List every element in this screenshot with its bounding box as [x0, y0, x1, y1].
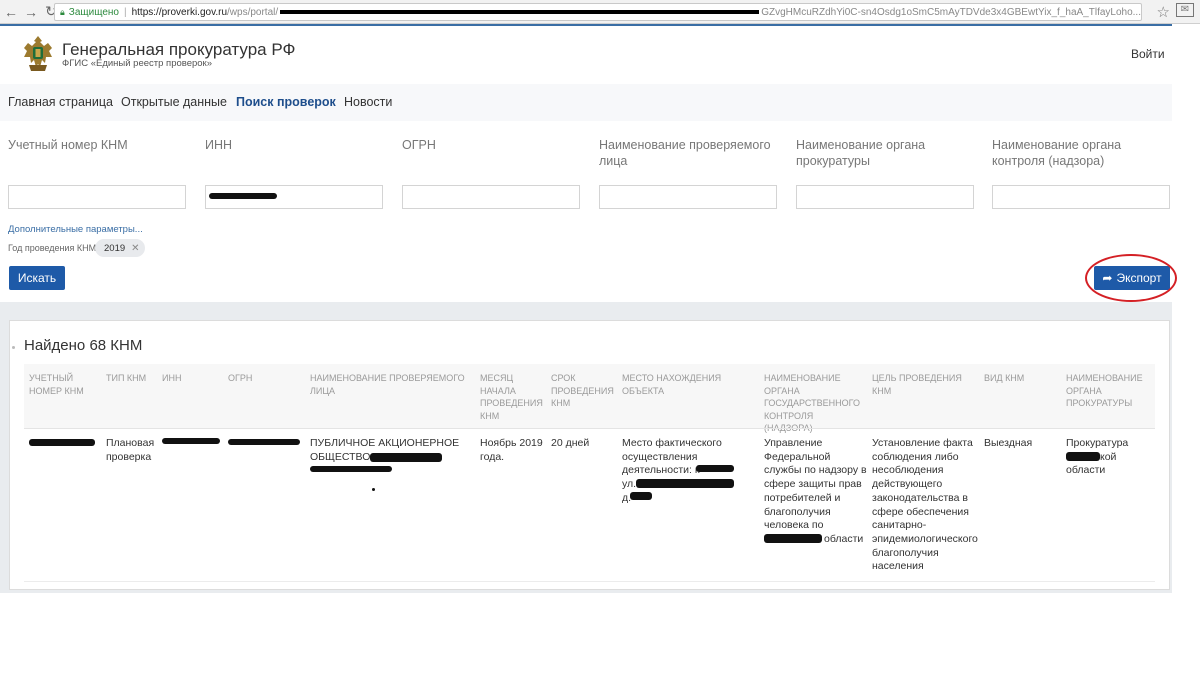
- site-subtitle: ФГИС «Единый реестр проверок»: [62, 58, 213, 69]
- ogrn-input[interactable]: [402, 185, 580, 209]
- filter-label-ogrn: ОГРН: [402, 138, 436, 152]
- url-host: https://proverki.gov.ru: [131, 6, 228, 18]
- col-duration[interactable]: Срок проведения КНМ: [551, 372, 617, 410]
- search-button[interactable]: Искать: [9, 266, 65, 290]
- col-kind[interactable]: Вид КНМ: [984, 372, 1059, 385]
- col-subject[interactable]: Наименование проверяемого лица: [310, 372, 475, 397]
- prosecutor-line-1: Прокуратура: [1066, 437, 1129, 449]
- prosecutor-emblem-icon: [24, 36, 52, 71]
- col-knm-number[interactable]: Учетный номер КНМ: [29, 372, 99, 397]
- secure-label: Защищено: [68, 6, 119, 18]
- col-prosecutor[interactable]: Наименование органа прокуратуры: [1066, 372, 1151, 410]
- authority-input[interactable]: [992, 185, 1170, 209]
- subject-redaction-1: [370, 453, 442, 462]
- mail-icon[interactable]: ✉: [1176, 3, 1194, 17]
- subject-input[interactable]: [599, 185, 777, 209]
- arrow-left-icon[interactable]: ←: [2, 3, 20, 21]
- location-redaction-1: [696, 465, 734, 472]
- filter-label-subject: Наименование проверяемого лица: [599, 138, 771, 168]
- site-title: Генеральная прокуратура РФ: [62, 40, 296, 59]
- authority-line-6: благополучия: [764, 505, 831, 518]
- nav-item-news[interactable]: Новости: [344, 95, 392, 109]
- url-redaction: [280, 10, 760, 14]
- location-redaction-2: [636, 479, 734, 488]
- location-line-3: деятельности: г.: [622, 464, 701, 477]
- lock-icon: 🔒︎: [60, 6, 65, 17]
- filter-label-prosecutor: Наименование органа прокуратуры: [796, 138, 926, 168]
- cell-duration: 20 дней: [551, 437, 590, 449]
- prosecutor-input[interactable]: [796, 185, 974, 209]
- year-filter-chip[interactable]: 2019 ✕: [95, 239, 145, 257]
- filter-label-inn: ИНН: [205, 138, 233, 152]
- col-inn[interactable]: ИНН: [162, 372, 222, 385]
- cell-goal: Установление факта соблюдения либо несоб…: [872, 437, 978, 573]
- col-goal[interactable]: Цель проведения КНМ: [872, 372, 977, 397]
- nav-item-home[interactable]: Главная страница: [8, 95, 113, 109]
- authority-line-7: человека по: [764, 519, 824, 532]
- year-filter-label: Год проведения КНМ: [8, 243, 97, 253]
- authority-line-5: потребителей и: [764, 491, 841, 504]
- authority-line-3: службы по надзору в: [764, 464, 867, 477]
- cell-type: Плановая проверка: [106, 437, 155, 463]
- subject-redaction-dot: [372, 488, 375, 491]
- cell-authority: Управление Федеральной службы по надзору…: [764, 437, 868, 547]
- nav-item-open-data[interactable]: Открытые данные: [121, 95, 227, 109]
- authority-redaction: [764, 534, 822, 543]
- results-count: Найдено 68 КНМ: [24, 337, 143, 354]
- more-params-link[interactable]: Дополнительные параметры...: [8, 224, 143, 235]
- col-ogrn[interactable]: ОГРН: [228, 372, 303, 385]
- bookmark-star-icon[interactable]: ☆: [1157, 3, 1170, 21]
- row-divider: [24, 581, 1155, 582]
- cell-month: Ноябрь 2019 года.: [480, 437, 543, 463]
- authority-line-1: Управление: [764, 437, 823, 449]
- close-icon[interactable]: ✕: [131, 243, 139, 254]
- url-tail: GZvgHMcuRZdhYi0C-sn4Osdg1oSmC5mAyTDVde3x…: [761, 6, 1141, 18]
- prosecutor-line-3: области: [1066, 464, 1106, 477]
- authority-line-2: Федеральной: [764, 450, 831, 463]
- year-chip-value: 2019: [104, 242, 126, 254]
- inn-redaction: [162, 438, 220, 444]
- authority-line-4: сфере защиты прав: [764, 478, 862, 491]
- col-month[interactable]: Месяц начала проведения КНМ: [480, 372, 543, 422]
- location-line-1: Место фактического: [622, 437, 722, 449]
- header-divider: [24, 428, 1155, 429]
- arrow-right-icon[interactable]: →: [22, 3, 40, 21]
- header-rule: [0, 24, 1172, 26]
- ogrn-redaction: [228, 439, 300, 445]
- export-highlight-circle: [1085, 254, 1177, 302]
- location-redaction-3: [630, 492, 652, 500]
- url-path: /wps/portal/: [227, 6, 279, 18]
- col-authority[interactable]: Наименование органа государственного кон…: [764, 372, 864, 435]
- main-nav: Главная страница Открытые данные Поиск п…: [0, 84, 1172, 121]
- cell-kind: Выездная: [984, 437, 1033, 449]
- filter-label-authority: Наименование органа контроля (надзора): [992, 138, 1122, 168]
- knm-number-input[interactable]: [8, 185, 186, 209]
- col-location[interactable]: Место нахождения объекта: [622, 372, 757, 397]
- location-line-2: осуществления: [622, 450, 698, 463]
- login-link[interactable]: Войти: [1131, 47, 1165, 61]
- filter-label-knm-number: Учетный номер КНМ: [8, 138, 128, 152]
- address-bar[interactable]: 🔒︎ Защищено | https://proverki.gov.ru /w…: [54, 3, 1142, 21]
- subject-redaction-2: [310, 466, 392, 472]
- prosecutor-redaction: [1066, 452, 1100, 461]
- inn-value-redaction: [209, 193, 277, 199]
- knm-number-redaction: [29, 439, 95, 446]
- results-card: [9, 320, 1170, 590]
- bullet-dot: [12, 346, 15, 349]
- col-knm-type[interactable]: Тип КНМ: [106, 372, 158, 385]
- nav-item-search[interactable]: Поиск проверок: [236, 95, 336, 109]
